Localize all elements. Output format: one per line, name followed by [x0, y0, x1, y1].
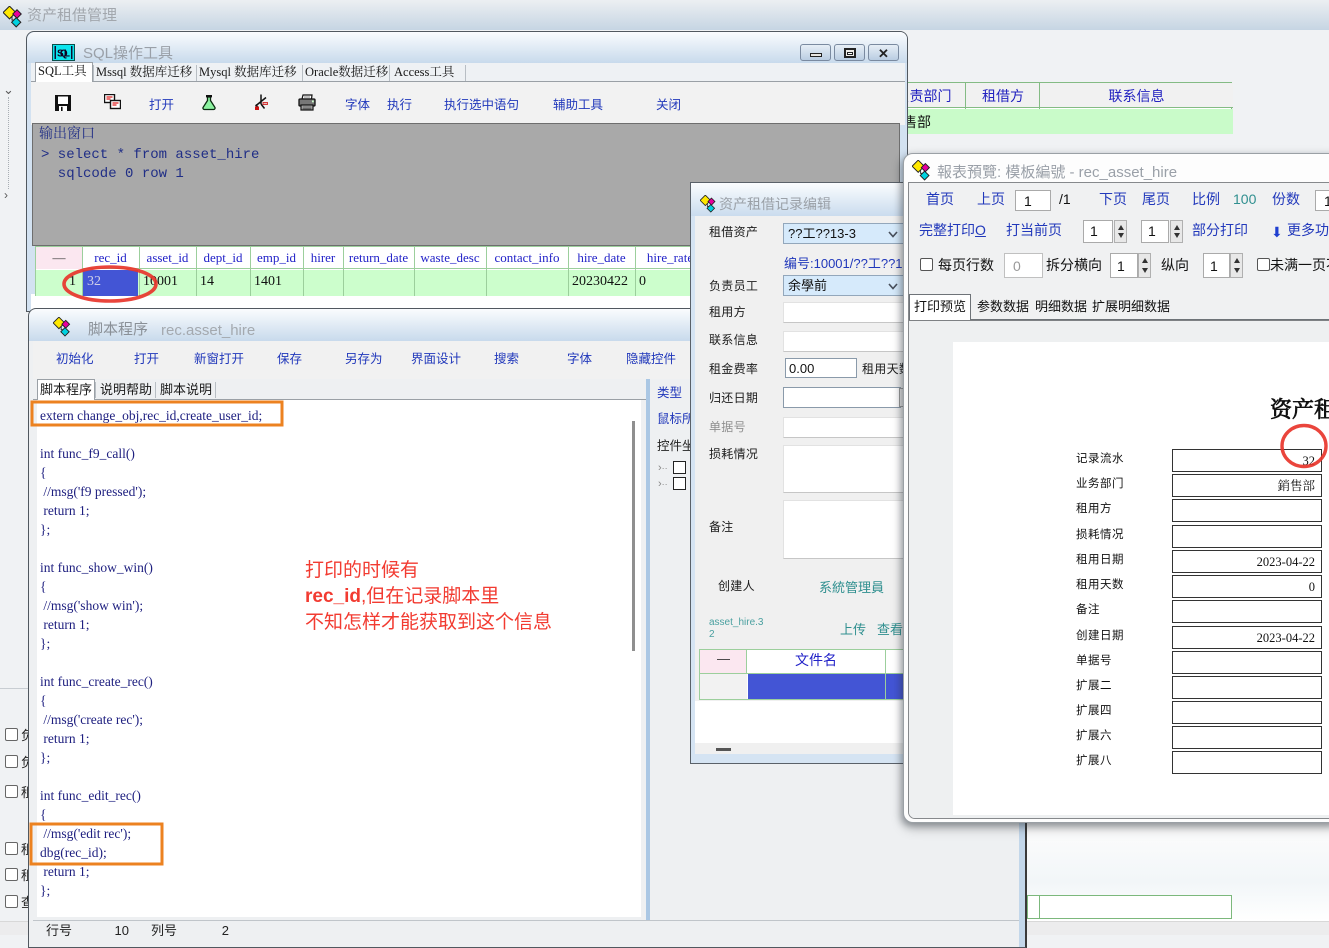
- svg-text:SQL: SQL: [57, 49, 70, 60]
